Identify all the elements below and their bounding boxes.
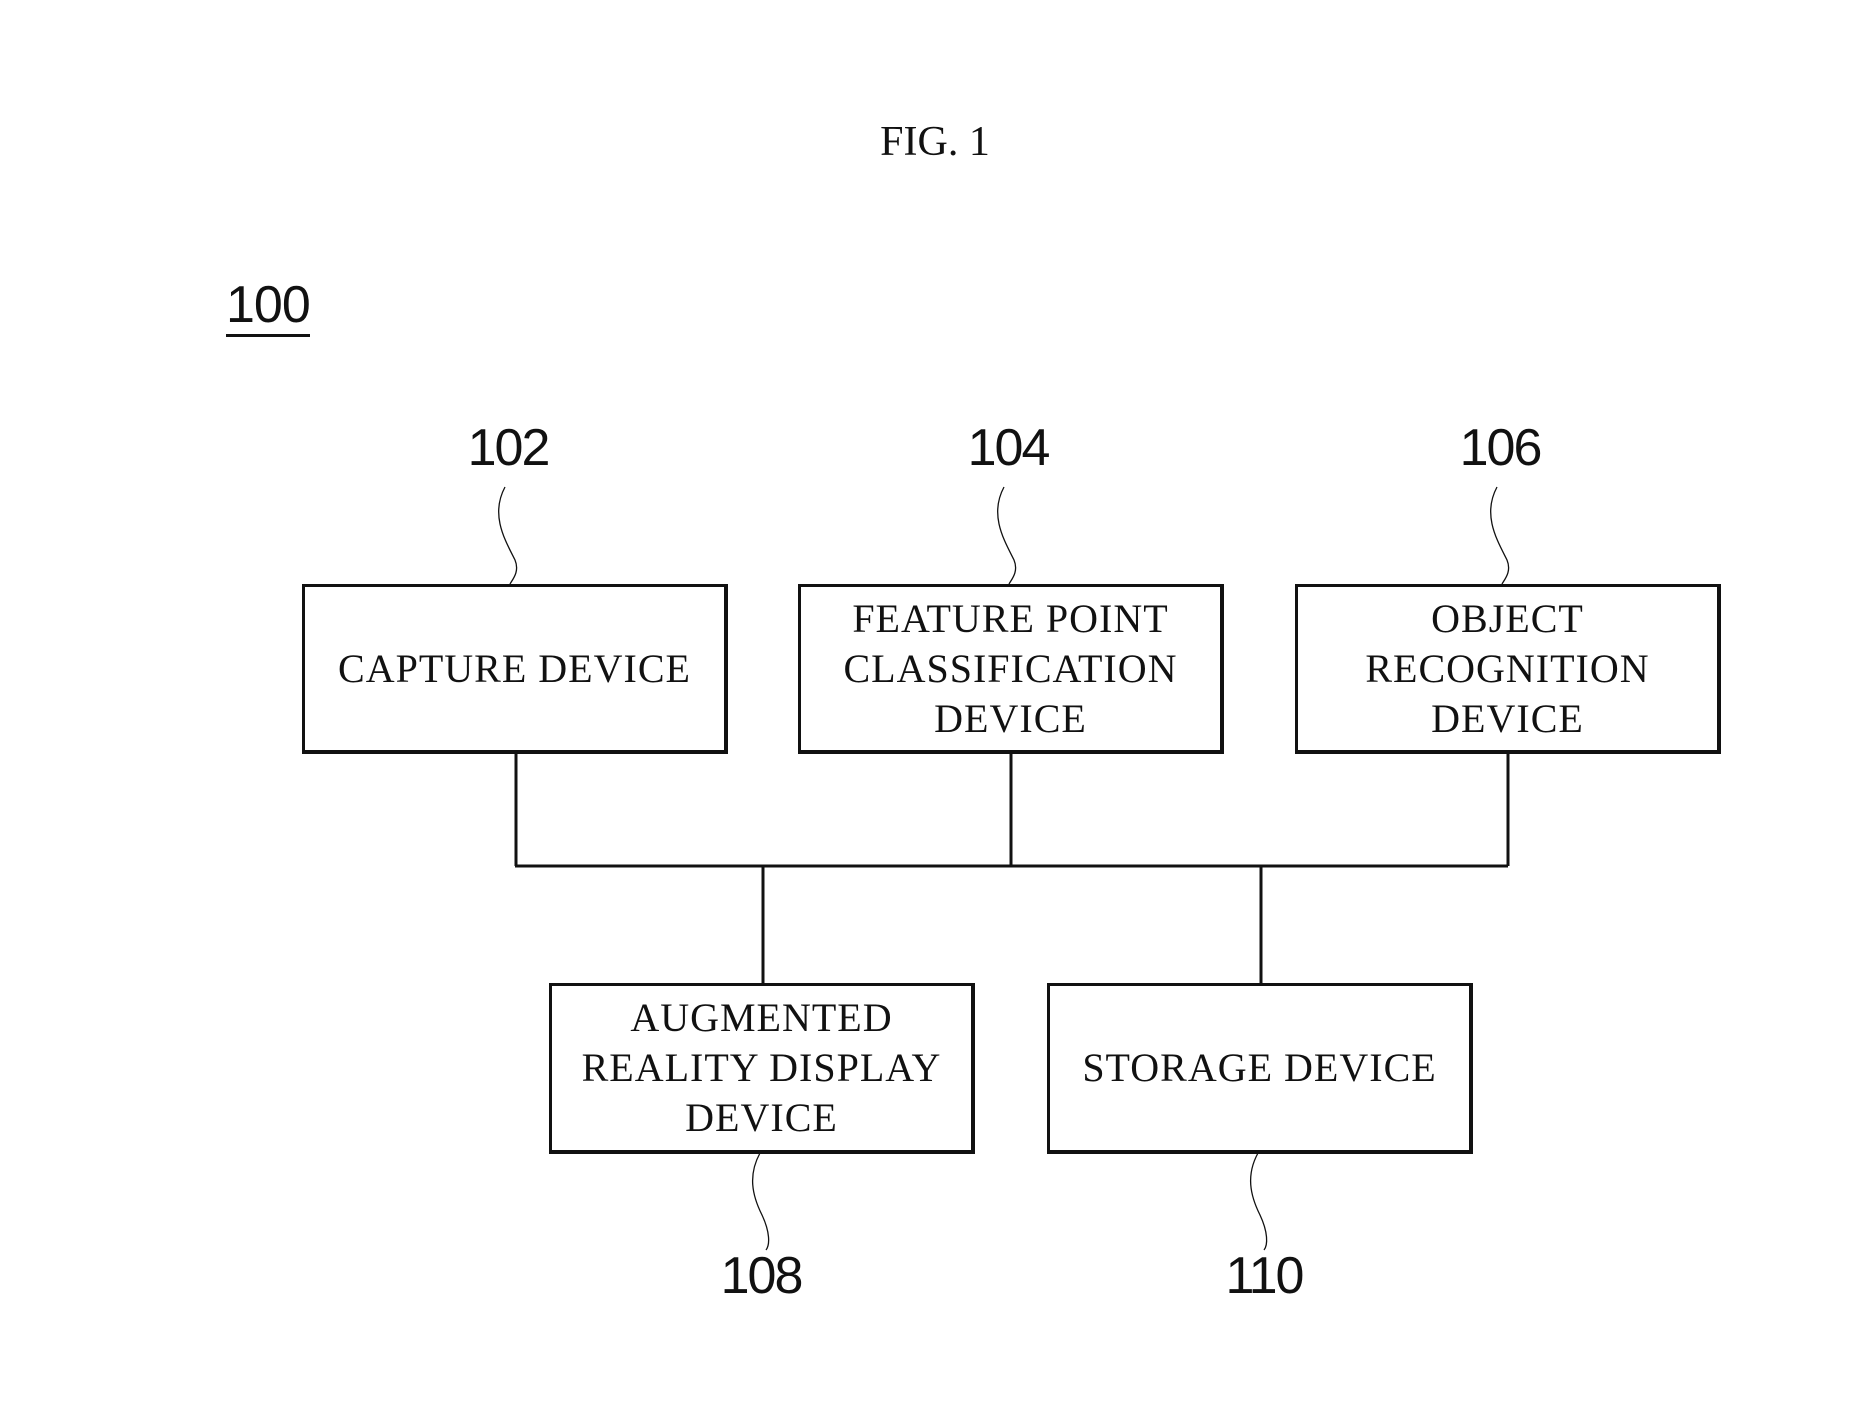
block-label: OBJECT RECOGNITION DEVICE: [1365, 595, 1650, 741]
block-label: STORAGE DEVICE: [1082, 1045, 1437, 1090]
leader-line-108: [751, 1152, 770, 1251]
reference-104: 104: [967, 419, 1051, 477]
block-label: AUGMENTED REALITY DISPLAY DEVICE: [581, 995, 942, 1140]
leader-line-106: [1490, 486, 1510, 585]
figure-canvas: FIG. 1 100 102 104 106 108 110 CAPTURE D…: [0, 0, 1870, 1406]
reference-106: 106: [1459, 419, 1543, 477]
block-object-recognition-device: OBJECT RECOGNITION DEVICE: [1295, 584, 1721, 754]
block-capture-device: CAPTURE DEVICE: [302, 584, 728, 754]
leader-line-110: [1249, 1152, 1268, 1251]
block-augmented-reality-display-device: AUGMENTED REALITY DISPLAY DEVICE: [549, 983, 975, 1154]
reference-108: 108: [720, 1247, 804, 1305]
reference-110: 110: [1225, 1247, 1305, 1305]
block-feature-point-classification-device: FEATURE POINT CLASSIFICATION DEVICE: [798, 584, 1224, 754]
leader-line-102: [498, 486, 518, 585]
leader-line-104: [997, 486, 1017, 585]
block-label: FEATURE POINT CLASSIFICATION DEVICE: [843, 595, 1178, 741]
reference-102: 102: [467, 419, 551, 477]
block-label: CAPTURE DEVICE: [338, 645, 691, 691]
block-storage-device: STORAGE DEVICE: [1047, 983, 1473, 1154]
